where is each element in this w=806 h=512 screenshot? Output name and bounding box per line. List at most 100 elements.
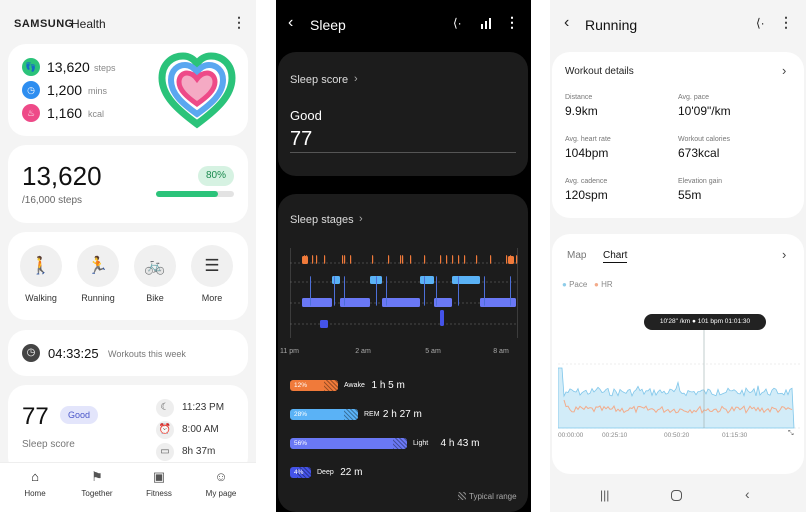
hypnogram-segment [344,255,346,264]
hypnogram-segment [332,276,340,284]
back-nav-icon[interactable]: ‹ [745,486,750,502]
workout-details-card[interactable]: Workout details › Distance 9.9km Avg. pac… [552,52,804,218]
stage-name: Deep [317,469,334,476]
hypnogram-segment [302,298,332,307]
run-axis-label: 00:00:00 [558,432,584,439]
hypnogram-segment [402,255,404,264]
footprints-icon: 👣 [22,58,40,76]
workouts-week-card[interactable]: ◷ 04:33:25 Workouts this week [8,330,248,376]
hypnogram-segment [464,255,466,264]
stat-value: 104bpm [565,146,609,160]
activity-label: Walking [25,293,57,303]
running-screen: ‹ Running ⟨· ⋮ Workout details › Distanc… [550,0,806,512]
wake-time-value: 8:00 AM [182,424,219,435]
sleep-more-icon[interactable]: ⋮ [505,14,519,31]
home-icon[interactable] [671,490,682,501]
summary-value: 13,620 [47,59,90,75]
walking-icon[interactable]: 🚶 [20,245,62,287]
hypnogram-segment [400,255,402,264]
alarm-icon: ⏰ [156,421,174,439]
nav-tab-3[interactable]: My page [194,489,248,498]
score-divider [290,152,516,153]
run-chart-card: Map Chart › ● Pace ● HR 10'28" /km ● 101… [552,234,804,474]
hr-legend: ● HR [594,280,613,289]
moon-icon: ☾ [156,399,174,417]
stage-name: Light [413,440,429,447]
sleep-score-card[interactable]: Sleep score › Good 77 [278,52,528,176]
more-options-icon[interactable]: ⋮ [232,14,246,31]
daily-summary-card[interactable]: 👣 13,620 steps ◷ 1,200 mins ♨ 1,160 kcal [8,44,248,136]
hypnogram-segment [458,255,460,264]
share-icon[interactable]: ⟨· [453,16,462,30]
running-icon[interactable]: 🏃 [77,245,119,287]
sleep-stages-heading[interactable]: Sleep stages [290,214,354,226]
samsung-logo: SAMSUNG [14,18,74,30]
workouts-label: Workouts this week [108,349,186,359]
stage-percent: 12% [294,382,308,389]
hypnogram-segment [424,255,426,264]
quick-workouts-card: 🚶 Walking 🏃 Running 🚲 Bike ☰ More [8,232,248,320]
stat-label: Avg. pace [678,94,710,101]
hypnogram-segment [508,256,514,264]
share-icon[interactable]: ⟨· [756,16,765,30]
nav-tab-0[interactable]: Home [8,489,62,498]
steps-progress-track [156,191,234,197]
hypnogram-segment [386,276,387,306]
typical-range-overlay [344,409,358,420]
workouts-time: 04:33:25 [48,346,99,361]
fitness-tab-icon[interactable]: ▣ [132,469,186,485]
sleep-rating: Good [290,108,322,123]
stage-name: REM [364,411,380,418]
hypnogram-segment [410,255,412,264]
running-more-icon[interactable]: ⋮ [779,14,793,31]
typical-range-overlay [324,380,338,391]
back-icon[interactable]: ‹ [564,14,569,32]
hypnogram-segment [440,310,444,326]
activity-label: Bike [146,293,164,303]
flame-icon: ♨ [22,104,40,122]
sleep-axis-label: 2 am [355,348,371,355]
expand-icon[interactable]: ⤡ [788,430,794,438]
stat-label: Distance [565,94,593,101]
sleep-axis-label: 5 am [425,348,441,355]
nav-tab-2[interactable]: Fitness [132,489,186,498]
together-tab-icon[interactable]: ⚑ [70,469,124,485]
app-title: Health [71,17,106,31]
run-axis-label: 01:15:30 [722,432,748,439]
steps-card[interactable]: 13,620 /16,000 steps 80% [8,145,248,223]
hypnogram-segment [334,276,335,306]
hypnogram-segment [436,276,437,306]
stage-name: Awake [344,382,365,389]
summary-unit: steps [94,63,116,73]
home-screen: SAMSUNG Health ⋮ 👣 13,620 steps ◷ 1,200 m… [0,0,256,512]
tab-chart[interactable]: Chart [603,250,628,263]
stat-value: 120spm [565,188,608,202]
home-tab-icon[interactable]: ⌂ [8,469,62,484]
hypnogram-segment [476,255,478,264]
stage-bar [290,438,407,449]
recents-icon[interactable]: ||| [600,488,609,502]
stopwatch-icon: ◷ [22,344,40,362]
tab-map[interactable]: Map [567,250,586,261]
list-icon[interactable]: ☰ [191,245,233,287]
stat-value: 10'09"/km [678,104,731,118]
nav-tab-1[interactable]: Together [70,489,124,498]
sleep-stages-card: Sleep stages › 11 pm 2 am 5 am 8 am 12% Awa… [278,194,528,512]
hypnogram-segment [440,255,442,264]
hypnogram-segment [484,276,485,306]
sleep-score-heading: Sleep score [290,74,349,86]
hypnogram-segment [506,255,508,264]
stage-duration: 2 h 27 m [382,409,422,420]
sleep-title: Sleep [310,17,346,33]
back-icon[interactable]: ‹ [288,14,293,32]
sleep-screen: ‹ Sleep ⟨· ⋮ Sleep score › Good 77 Sleep… [276,0,531,512]
bike-icon[interactable]: 🚲 [134,245,176,287]
chart-tooltip: 10'28" /km ● 101 bpm 01:01:30 [644,314,766,330]
hypnogram-segment [310,276,311,306]
hypnogram-segment [350,255,352,264]
sleep-stages-hypnogram [290,248,518,338]
chart-view-icon[interactable] [480,17,492,29]
my-page-tab-icon[interactable]: ☺ [194,469,248,484]
system-nav-bar: ||| ‹ [550,482,806,512]
hypnogram-segment [510,276,511,306]
